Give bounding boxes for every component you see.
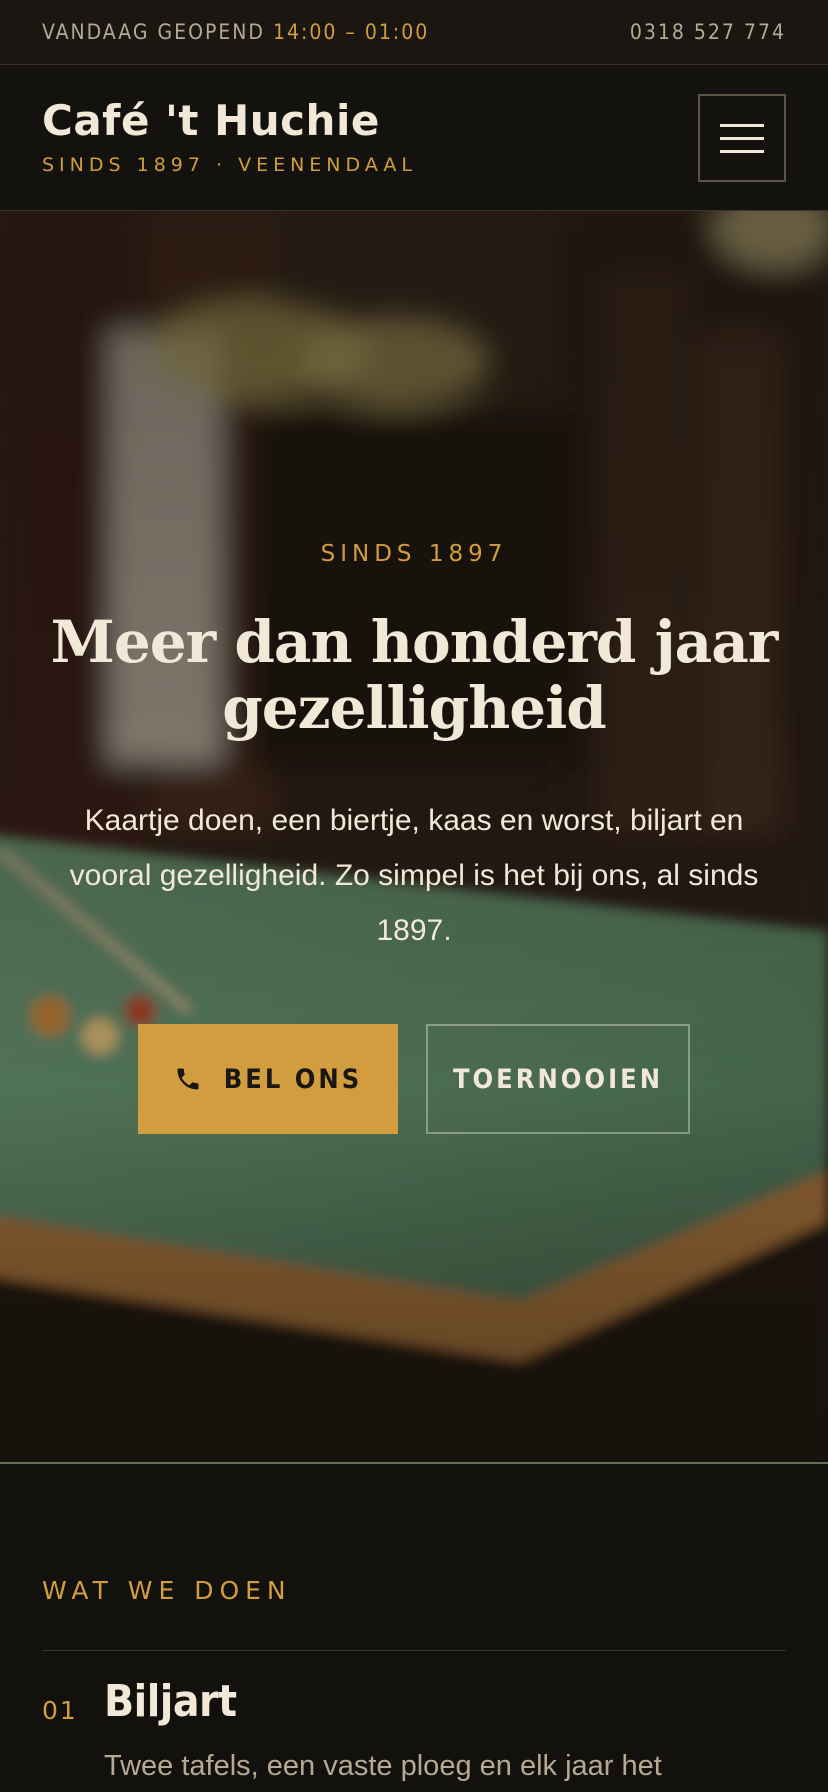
hamburger-icon-line (720, 136, 764, 140)
item-title: Biljart (104, 1676, 237, 1727)
hamburger-icon (720, 123, 764, 127)
call-button-label: BEL ONS (223, 1063, 363, 1095)
hero-title: Meer dan honderd jaar gezelligheid (50, 608, 779, 742)
item-description: Twee tafels, een vaste ploeg en elk jaar… (104, 1750, 662, 1782)
section-divider (42, 1650, 786, 1651)
phone-link[interactable]: 0318 527 774 (630, 20, 786, 44)
tournaments-button-label: TOERNOOIEN (452, 1063, 664, 1095)
phone-icon (177, 1068, 199, 1090)
top-info-bar: VANDAAG GEOPEND 14:00 – 01:00 0318 527 7… (0, 0, 828, 65)
menu-button[interactable] (698, 94, 786, 182)
open-today-label: VANDAAG GEOPEND (42, 20, 265, 44)
hero-eyebrow: SINDS 1897 (320, 541, 508, 567)
brand-name: Café 't Huchie (42, 96, 380, 145)
item-number: 01 (42, 1696, 78, 1725)
brand-logo[interactable]: Café 't Huchie SINDS 1897 · VEENENDAAL (42, 96, 417, 177)
services-section: WAT WE DOEN 01 Biljart Twee tafels, een … (0, 1464, 828, 1792)
hero-description: Kaartje doen, een biertje, kaas en worst… (69, 804, 759, 947)
tournaments-button[interactable]: TOERNOOIEN (426, 1024, 690, 1134)
call-button[interactable]: BEL ONS (138, 1024, 398, 1134)
site-header: Café 't Huchie SINDS 1897 · VEENENDAAL (0, 66, 828, 211)
hero-section: SINDS 1897 Meer dan honderd jaar gezelli… (0, 211, 828, 1464)
brand-tagline: SINDS 1897 · VEENENDAAL (42, 154, 417, 176)
opening-hours-value: 14:00 – 01:00 (272, 20, 430, 44)
section-label: WAT WE DOEN (42, 1576, 292, 1605)
hamburger-icon-line (720, 149, 764, 153)
opening-hours: VANDAAG GEOPEND 14:00 – 01:00 (42, 20, 429, 44)
